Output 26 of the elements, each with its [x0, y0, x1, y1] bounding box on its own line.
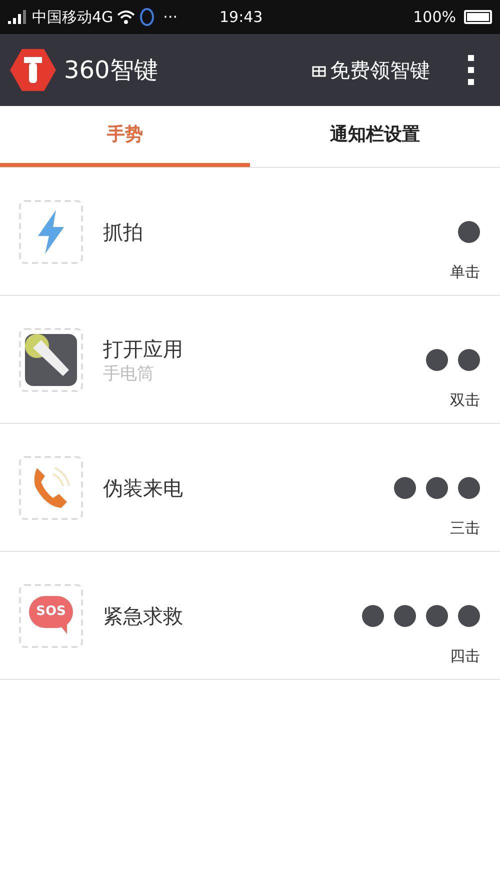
- battery-percent: 100%: [413, 6, 456, 28]
- lightning-icon: [36, 210, 66, 254]
- gesture-row[interactable]: SOS 紧急求救 四击: [0, 552, 500, 680]
- carrier-name: 中国移动4G: [32, 6, 114, 28]
- gesture-row[interactable]: 抓拍 单击: [0, 168, 500, 296]
- signal-icon: [8, 10, 28, 24]
- app-logo-icon: [10, 47, 56, 93]
- app-title: 360智键: [64, 55, 158, 86]
- gesture-row[interactable]: 打开应用 手电筒 双击: [0, 296, 500, 424]
- clock-time: 19:43: [219, 6, 263, 28]
- wifi-icon: [117, 10, 136, 24]
- tab[interactable]: 通知栏设置: [250, 106, 500, 167]
- gesture-title: 紧急求救: [103, 602, 183, 630]
- tap-count-label: 单击: [450, 262, 480, 282]
- gesture-subtitle: 手电筒: [103, 364, 155, 386]
- gesture-row[interactable]: 伪装来电 三击: [0, 424, 500, 552]
- tap-count-label: 双击: [450, 390, 480, 410]
- flashlight-icon: [25, 334, 77, 386]
- more-notifications: ···: [163, 6, 178, 28]
- tap-count-label: 三击: [450, 518, 480, 538]
- tap-count-label: 四击: [450, 646, 480, 666]
- gesture-title: 打开应用: [103, 336, 183, 363]
- gesture-title: 抓拍: [103, 218, 143, 246]
- battery-icon: [464, 10, 492, 24]
- gesture-title: 伪装来电: [103, 474, 183, 502]
- free-key-link[interactable]: 免费领智键: [312, 55, 430, 85]
